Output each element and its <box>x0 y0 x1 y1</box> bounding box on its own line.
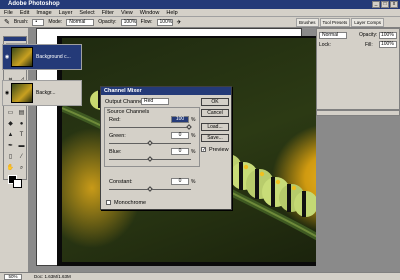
document-size-info: Doc: 1.63M/1.63M <box>34 274 71 279</box>
menu-file[interactable]: File <box>4 10 13 16</box>
blue-value-field[interactable]: 0 <box>171 148 189 155</box>
monochrome-label: Monochrome <box>114 200 147 206</box>
mode-select[interactable]: Normal <box>66 18 95 26</box>
ok-button[interactable]: OK <box>201 98 229 106</box>
shape-tool-icon[interactable]: ▬ <box>17 142 26 151</box>
status-bar: 50% Doc: 1.63M/1.63M <box>0 272 400 280</box>
channel-mixer-dialog: Channel Mixer Output Channel: Red Source… <box>100 86 232 210</box>
layer-row-background[interactable]: ◉ Backgr... <box>2 80 82 106</box>
gradient-tool-icon[interactable]: ▤ <box>17 109 26 118</box>
green-label: Green: <box>109 133 126 139</box>
constant-value-field[interactable]: 0 <box>171 178 189 185</box>
lock-label: Lock: <box>319 42 331 48</box>
preview-checkbox[interactable]: ✓ <box>201 147 206 153</box>
type-tool-icon[interactable]: T <box>17 131 26 140</box>
constant-label: Constant: <box>109 179 133 185</box>
blue-percent: % <box>191 149 196 155</box>
menu-view[interactable]: View <box>121 10 133 16</box>
layers-panel: Normal Opacity: 100% Lock: Fill: 100% <box>316 28 400 110</box>
menu-window[interactable]: Window <box>140 10 160 16</box>
tab-tool-presets[interactable]: Tool Presets <box>319 18 351 27</box>
output-channel-label: Output Channel: <box>105 99 146 105</box>
maximize-button[interactable]: □ <box>381 1 389 8</box>
red-percent: % <box>191 117 196 123</box>
menu-image[interactable]: Image <box>36 10 51 16</box>
dodge-tool-icon[interactable]: ● <box>17 120 26 129</box>
zoom-tool-icon[interactable]: ⌕ <box>17 164 26 173</box>
mode-label: Mode: <box>48 19 63 25</box>
fill-label: Fill: <box>365 42 373 48</box>
brush-label: Brush: <box>13 19 29 25</box>
green-value-field[interactable]: 0 <box>171 132 189 139</box>
airbrush-icon[interactable]: ✈ <box>177 19 182 26</box>
green-percent: % <box>191 133 196 139</box>
minimize-button[interactable]: _ <box>372 1 380 8</box>
flow-label: Flow: <box>140 19 153 25</box>
blur-tool-icon[interactable]: ◆ <box>6 120 15 129</box>
options-bar: ✎ Brush: • Mode: Normal Opacity: 100% Fl… <box>0 17 400 28</box>
notes-tool-icon[interactable]: ▯ <box>6 153 15 162</box>
app-titlebar: Adobe Photoshop _ □ x <box>0 0 400 9</box>
eraser-icon[interactable]: ▭ <box>6 109 15 118</box>
layer-name: Background c... <box>36 54 71 60</box>
opacity-label: Opacity: <box>98 19 117 25</box>
tab-layer-comps[interactable]: Layer Comps <box>351 18 385 27</box>
layer-opacity-field[interactable]: 100% <box>379 32 397 39</box>
menu-select[interactable]: Select <box>79 10 94 16</box>
fill-field[interactable]: 100% <box>379 41 397 48</box>
flow-field[interactable]: 100% <box>156 18 173 26</box>
menu-edit[interactable]: Edit <box>20 10 29 16</box>
brush-preset-picker[interactable]: • <box>32 18 45 26</box>
monochrome-checkbox[interactable] <box>106 200 111 205</box>
eyedropper-icon[interactable]: ⁄ <box>17 153 26 162</box>
save-button[interactable]: Save... <box>201 134 229 142</box>
red-label: Red: <box>109 117 121 123</box>
menu-filter[interactable]: Filter <box>102 10 114 16</box>
layer-name: Backgr... <box>36 90 56 96</box>
load-button[interactable]: Load... <box>201 123 229 131</box>
layer-thumbnail <box>11 47 33 67</box>
preview-label: Preview <box>209 147 229 153</box>
menu-bar: File Edit Image Layer Select Filter View… <box>0 9 400 17</box>
menu-help[interactable]: Help <box>166 10 177 16</box>
layer-opacity-label: Opacity: <box>359 32 378 38</box>
output-channel-select[interactable]: Red <box>141 98 169 105</box>
background-color-swatch[interactable] <box>13 179 22 188</box>
opacity-field[interactable]: 100% <box>120 18 137 26</box>
cancel-button[interactable]: Cancel <box>201 109 229 117</box>
tab-brushes[interactable]: Brushes <box>296 18 319 27</box>
eye-icon[interactable]: ◉ <box>3 54 11 60</box>
close-button[interactable]: x <box>390 1 398 8</box>
app-title: Adobe Photoshop <box>8 1 60 7</box>
blue-label: Blue: <box>109 149 122 155</box>
red-slider-track[interactable] <box>109 127 191 128</box>
eye-icon[interactable]: ◉ <box>3 90 11 96</box>
red-value-field[interactable]: 100 <box>171 116 189 123</box>
layer-thumbnail <box>11 83 33 103</box>
toolbox-header[interactable] <box>4 37 26 41</box>
brush-tool-icon[interactable]: ✎ <box>4 18 10 26</box>
workspace-background <box>316 116 400 272</box>
constant-percent: % <box>191 179 196 185</box>
pen-tool-icon[interactable]: ✒ <box>6 142 15 151</box>
layer-row-background-copy[interactable]: ◉ Background c... <box>2 44 82 70</box>
dialog-title[interactable]: Channel Mixer <box>101 87 231 95</box>
menu-layer[interactable]: Layer <box>59 10 73 16</box>
zoom-level-field[interactable]: 50% <box>4 274 22 280</box>
constant-slider-handle[interactable] <box>147 186 153 192</box>
layer-blend-mode-select[interactable]: Normal <box>319 32 347 39</box>
source-channels-label: Source Channels <box>107 109 150 115</box>
path-select-icon[interactable]: ▲ <box>6 131 15 140</box>
hand-tool-icon[interactable]: ✋ <box>6 164 15 173</box>
